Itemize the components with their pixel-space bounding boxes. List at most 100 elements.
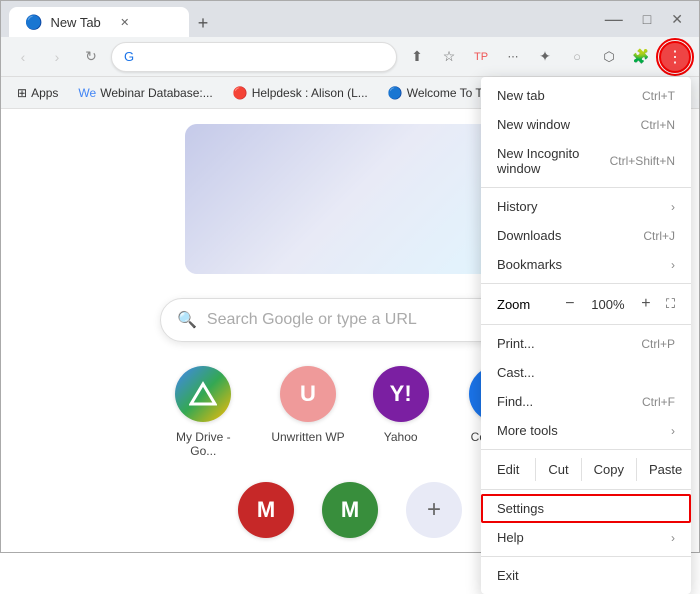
menu-downloads-shortcut: Ctrl+J <box>643 229 675 243</box>
shortcut-m1[interactable]: M <box>238 482 294 538</box>
menu-exit[interactable]: Exit <box>481 561 691 590</box>
minimize-icon[interactable]: ― <box>597 9 631 30</box>
close-icon[interactable]: ✕ <box>663 11 691 28</box>
menu-more-tools[interactable]: More tools › <box>481 416 691 445</box>
menu-divider-2 <box>481 283 691 284</box>
menu-new-tab-label: New tab <box>497 88 545 103</box>
extension-icon-3[interactable]: ✦ <box>531 43 559 71</box>
shortcut-wp[interactable]: U Unwritten WP <box>271 366 344 444</box>
maximize-icon[interactable]: □ <box>635 11 659 27</box>
menu-new-window[interactable]: New window Ctrl+N <box>481 110 691 139</box>
add-shortcut-button[interactable]: + <box>406 482 462 538</box>
menu-divider-3 <box>481 324 691 325</box>
menu-bookmarks[interactable]: Bookmarks › <box>481 250 691 279</box>
bookmark-star-icon[interactable]: ☆ <box>435 43 463 71</box>
menu-bookmarks-label: Bookmarks <box>497 257 562 272</box>
shortcut-m1-icon: M <box>238 482 294 538</box>
bookmark-apps[interactable]: ⊞ Apps <box>9 83 66 103</box>
browser-frame: 🔵 New Tab ✕ + ― □ ✕ ‹ › ↻ G ⬆ ☆ TP ⋯ ✦ ○ <box>0 0 700 553</box>
extension-icon-4[interactable]: ⬡ <box>595 43 623 71</box>
menu-help[interactable]: Help › <box>481 523 691 552</box>
chrome-menu-button[interactable]: ⋮ <box>659 41 691 73</box>
window-controls: ― □ ✕ <box>597 9 691 30</box>
menu-divider-5 <box>481 489 691 490</box>
menu-print[interactable]: Print... Ctrl+P <box>481 329 691 358</box>
menu-button-wrap: ⋮ <box>659 41 691 73</box>
menu-find-label: Find... <box>497 394 533 409</box>
menu-edit-label: Edit <box>481 458 535 481</box>
google-doodle <box>185 124 515 274</box>
shortcut-yahoo-label: Yahoo <box>384 430 418 444</box>
refresh-button[interactable]: ↻ <box>77 43 105 71</box>
tab-close-button[interactable]: ✕ <box>117 14 133 30</box>
menu-exit-label: Exit <box>497 568 519 583</box>
menu-zoom-label: Zoom <box>497 297 530 312</box>
menu-copy-button[interactable]: Copy <box>581 458 636 481</box>
menu-paste-button[interactable]: Paste <box>636 458 694 481</box>
menu-edit-row: Edit Cut Copy Paste <box>481 454 691 485</box>
bookmark-webinar-favicon: We <box>78 86 96 100</box>
address-lock-icon: G <box>124 49 134 64</box>
menu-new-tab[interactable]: New tab Ctrl+T <box>481 81 691 110</box>
menu-bookmarks-arrow: › <box>671 258 675 272</box>
menu-incognito[interactable]: New Incognito window Ctrl+Shift+N <box>481 139 691 183</box>
tp-extension-icon[interactable]: TP <box>467 43 495 71</box>
menu-divider-1 <box>481 187 691 188</box>
bookmark-helpdesk-favicon: 🔴 <box>233 86 248 100</box>
shortcut-drive-icon <box>175 366 231 422</box>
menu-find[interactable]: Find... Ctrl+F <box>481 387 691 416</box>
back-button[interactable]: ‹ <box>9 43 37 71</box>
menu-help-label: Help <box>497 530 524 545</box>
menu-history[interactable]: History › <box>481 192 691 221</box>
search-icon: 🔍 <box>177 310 197 330</box>
bookmark-welcome-favicon: 🔵 <box>388 86 403 100</box>
shortcut-wp-label: Unwritten WP <box>271 430 344 444</box>
menu-new-tab-shortcut: Ctrl+T <box>642 89 675 103</box>
menu-settings-label: Settings <box>497 501 544 516</box>
shortcuts-row-2: M M + <box>238 482 462 538</box>
menu-help-arrow: › <box>671 531 675 545</box>
menu-cast[interactable]: Cast... <box>481 358 691 387</box>
address-bar[interactable]: G <box>111 42 397 72</box>
menu-new-window-label: New window <box>497 117 570 132</box>
menu-print-label: Print... <box>497 336 535 351</box>
menu-more-tools-label: More tools <box>497 423 558 438</box>
bookmark-helpdesk[interactable]: 🔴 Helpdesk : Alison (L... <box>225 83 376 103</box>
toolbar: ‹ › ↻ G ⬆ ☆ TP ⋯ ✦ ○ ⬡ 🧩 ⋮ <box>1 37 699 77</box>
shortcut-drive-label: My Drive - Go... <box>163 430 243 458</box>
extensions-puzzle-icon[interactable]: 🧩 <box>627 43 655 71</box>
forward-button[interactable]: › <box>43 43 71 71</box>
doodle-background <box>185 124 515 274</box>
bookmark-helpdesk-label: Helpdesk : Alison (L... <box>252 86 368 100</box>
new-tab-button[interactable]: + <box>189 9 217 37</box>
shortcut-m2-icon: M <box>322 482 378 538</box>
menu-more-tools-arrow: › <box>671 424 675 438</box>
zoom-controls: − 100% + ⛶ <box>558 292 675 316</box>
shortcut-m2[interactable]: M <box>322 482 378 538</box>
menu-divider-4 <box>481 449 691 450</box>
menu-history-arrow: › <box>671 200 675 214</box>
share-icon[interactable]: ⬆ <box>403 43 431 71</box>
menu-find-shortcut: Ctrl+F <box>642 395 675 409</box>
menu-downloads[interactable]: Downloads Ctrl+J <box>481 221 691 250</box>
profile-icon[interactable]: ○ <box>563 43 591 71</box>
shortcut-drive[interactable]: My Drive - Go... <box>163 366 243 458</box>
menu-cut-button[interactable]: Cut <box>535 458 580 481</box>
menu-print-shortcut: Ctrl+P <box>641 337 675 351</box>
zoom-percent-display: 100% <box>590 297 626 312</box>
shortcut-yahoo[interactable]: Y! Yahoo <box>373 366 429 444</box>
browser-tab[interactable]: 🔵 New Tab ✕ <box>9 7 189 37</box>
menu-settings[interactable]: Settings <box>481 494 691 523</box>
menu-incognito-shortcut: Ctrl+Shift+N <box>610 154 675 168</box>
tab-area: 🔵 New Tab ✕ + <box>9 1 589 37</box>
extension-icon-2[interactable]: ⋯ <box>499 43 527 71</box>
tab-title: New Tab <box>50 15 100 30</box>
zoom-increase-button[interactable]: + <box>634 292 658 316</box>
bookmark-webinar[interactable]: We Webinar Database:... <box>70 83 220 103</box>
tab-favicon-icon: 🔵 <box>25 14 42 31</box>
menu-history-label: History <box>497 199 537 214</box>
menu-zoom-row: Zoom − 100% + ⛶ <box>481 288 691 320</box>
zoom-fullscreen-icon[interactable]: ⛶ <box>666 296 675 312</box>
bookmark-webinar-label: Webinar Database:... <box>100 86 213 100</box>
zoom-decrease-button[interactable]: − <box>558 292 582 316</box>
